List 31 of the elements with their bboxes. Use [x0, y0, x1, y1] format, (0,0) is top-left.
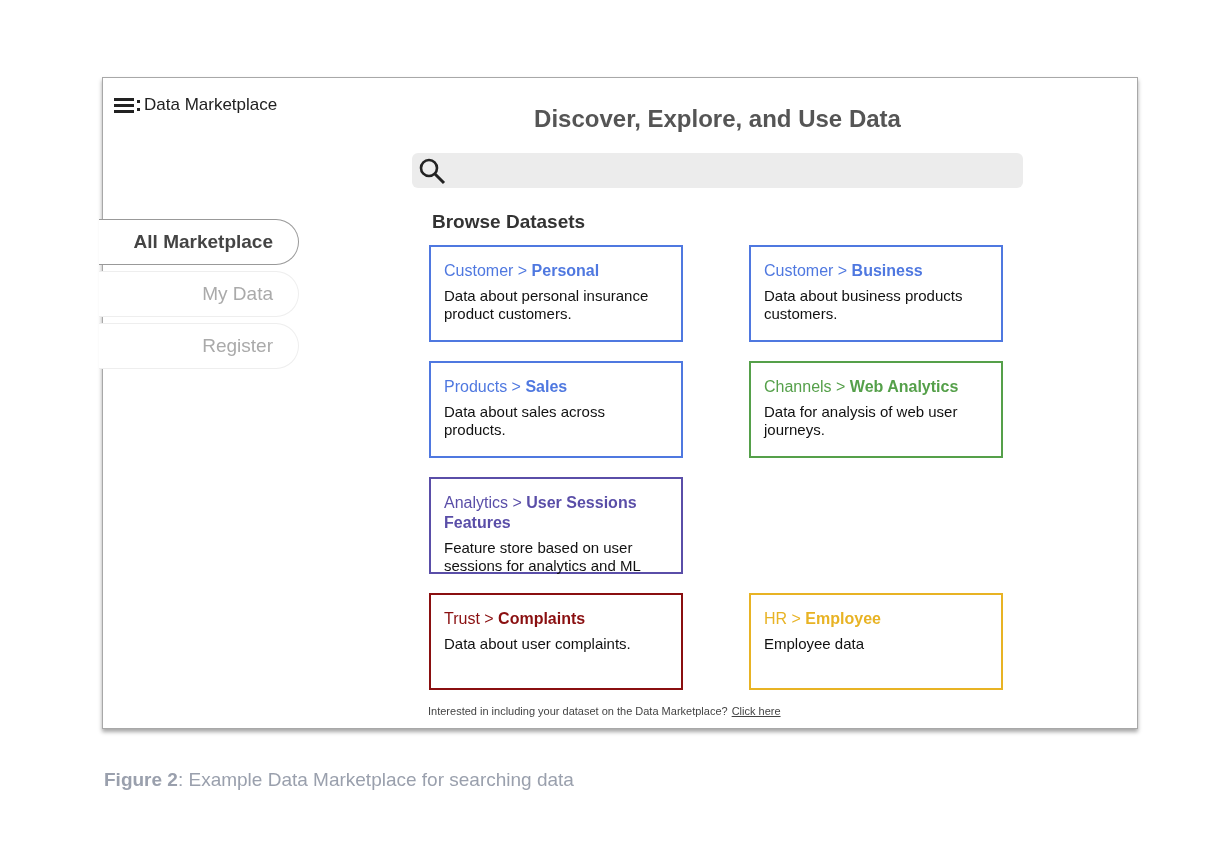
search-icon [418, 156, 446, 185]
card-description: Data about business products customers. [764, 287, 964, 323]
dataset-card[interactable]: Channels > Web Analytics Data for analysis of web user journeys. [749, 361, 1003, 458]
menu-icon[interactable] [114, 96, 141, 114]
click-here-link[interactable]: Click here [731, 705, 781, 717]
card-description: Feature store based on user sessions for analytics and ML [444, 539, 642, 575]
card-title: Products > Sales [444, 377, 569, 397]
dataset-card[interactable]: Products > Sales Data about sales across products. [429, 361, 683, 458]
card-description: Employee data [764, 635, 866, 653]
dataset-card[interactable]: HR > Employee Employee data [749, 593, 1003, 690]
dataset-card[interactable]: Analytics > User Sessions Features Feature store based on user sessions for analytics and ML [429, 477, 683, 574]
card-description: Data about user complaints. [444, 635, 632, 653]
nav-item[interactable]: All Marketplace [99, 219, 299, 265]
dataset-card[interactable]: Customer > Business Data about business products customers. [749, 245, 1003, 342]
card-title: Channels > Web Analytics [764, 377, 960, 397]
dataset-card[interactable]: Trust > Complaints Data about user complaints. [429, 593, 683, 690]
card-description: Data about personal insurance product customers. [444, 287, 650, 323]
dataset-card[interactable]: Customer > Personal Data about personal insurance product customers. [429, 245, 683, 342]
figure-caption: Figure 2: Example Data Marketplace for searching data [104, 769, 575, 791]
search-field[interactable] [412, 153, 1023, 188]
card-title: Customer > Business [764, 261, 924, 281]
app-title: Data Marketplace [144, 95, 278, 115]
card-title: Customer > Personal [444, 261, 601, 281]
card-description: Data about sales across products. [444, 403, 606, 439]
section-heading: Browse Datasets [432, 211, 587, 233]
card-description: Data for analysis of web user journeys. [764, 403, 959, 439]
card-title: HR > Employee [764, 609, 882, 629]
footer-text: Interested in including your dataset on the Data Marketplace? [428, 705, 728, 717]
card-title: Analytics > User Sessions Features [444, 493, 638, 533]
card-title: Trust > Complaints [444, 609, 587, 629]
page-title: Discover, Explore, and Use Data [533, 105, 902, 133]
